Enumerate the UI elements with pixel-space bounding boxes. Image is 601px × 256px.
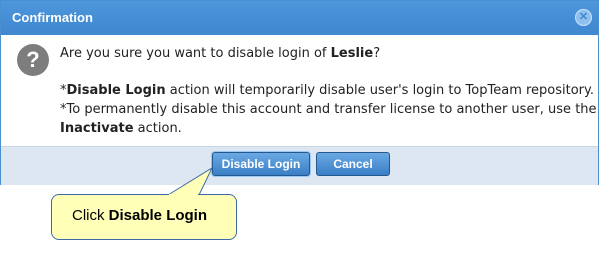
callout-prefix: Click (72, 207, 109, 224)
callout-target: Disable Login (108, 207, 208, 224)
callout-text: Click Disable Login (72, 207, 207, 224)
